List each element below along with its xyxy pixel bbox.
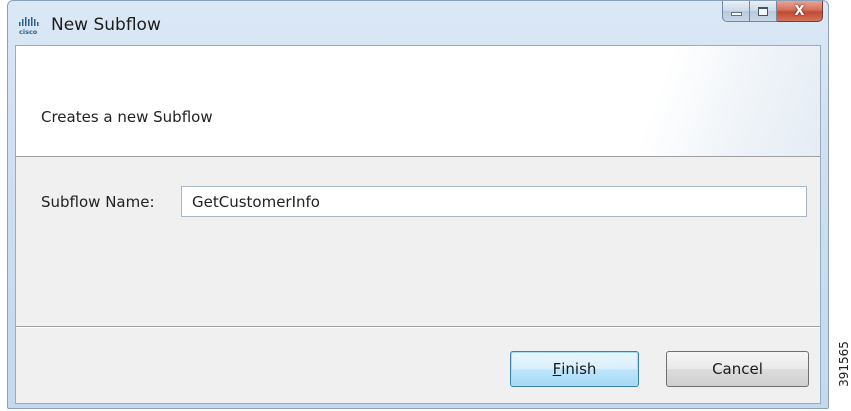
cancel-button[interactable]: Cancel [666,351,809,387]
cisco-logo-icon: cisco [19,17,39,36]
wizard-banner: Creates a new Subflow [16,46,820,157]
minimize-button[interactable] [722,1,750,22]
figure-id-label: 391565 [837,318,851,410]
button-bar-divider [16,326,820,328]
finish-accelerator: F [552,360,562,378]
subflow-name-row: Subflow Name: [41,186,811,218]
svg-text:cisco: cisco [19,28,38,36]
caption-buttons: X [722,1,823,23]
maximize-icon [758,6,768,16]
minimize-icon [730,12,742,16]
dialog-window: cisco New Subflow X Creates a new Subflo… [7,0,829,409]
banner-description: Creates a new Subflow [41,108,213,126]
title-bar[interactable]: cisco New Subflow X [8,1,828,45]
close-button[interactable]: X [777,1,823,22]
subflow-name-input[interactable] [181,186,807,217]
finish-button[interactable]: Finish [510,351,639,387]
close-icon: X [794,3,805,19]
finish-label: inish [561,360,597,378]
dialog-client-area: Creates a new Subflow Subflow Name: Fini… [15,45,821,404]
subflow-name-label: Subflow Name: [41,193,155,211]
maximize-button[interactable] [750,1,777,22]
figure-id-text: 391565 [837,341,851,387]
window-title: New Subflow [51,15,161,35]
